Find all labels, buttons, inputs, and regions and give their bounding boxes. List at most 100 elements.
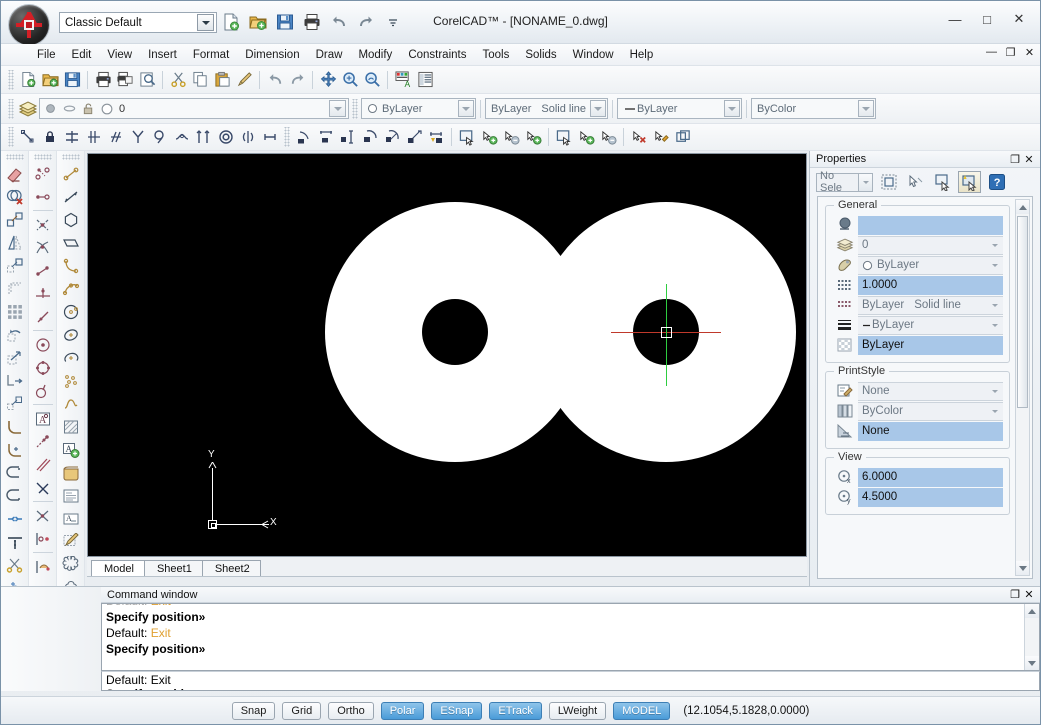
entity-color-selector[interactable]: ByLayer [361, 98, 476, 119]
coincident-constraint-icon[interactable] [17, 126, 39, 148]
status-button-model[interactable]: MODEL [613, 701, 671, 720]
align-icon[interactable] [3, 392, 27, 415]
collinear-constraint-icon[interactable] [171, 126, 193, 148]
layout-tab-sheet2[interactable]: Sheet2 [201, 560, 261, 576]
xref-bind-icon[interactable] [650, 126, 672, 148]
revision-cloud-icon[interactable] [59, 530, 83, 553]
multiline-icon[interactable] [31, 453, 55, 476]
redo-icon[interactable] [286, 69, 308, 91]
esnap-tangent-icon[interactable] [31, 379, 55, 402]
command-undock-button[interactable]: ❐ [1008, 588, 1022, 601]
status-button-lweight[interactable]: LWeight [548, 701, 607, 720]
offset-icon[interactable] [3, 254, 27, 277]
toolbar-grip[interactable] [8, 127, 14, 147]
trim-icon[interactable] [3, 461, 27, 484]
undo-icon[interactable] [264, 69, 286, 91]
symmetric-constraint-icon[interactable] [61, 126, 83, 148]
property-value[interactable]: None [858, 421, 1003, 441]
layer-selector[interactable]: 0 [39, 98, 349, 119]
polygon-icon[interactable] [59, 208, 83, 231]
simple-note-icon[interactable]: A [59, 507, 83, 530]
menu-dimension[interactable]: Dimension [237, 47, 307, 63]
esnap-quadrant-icon[interactable] [31, 356, 55, 379]
new-drawing-icon[interactable] [17, 69, 39, 91]
xref-attach-icon[interactable] [553, 126, 575, 148]
select-entity-icon[interactable] [904, 171, 927, 193]
text-add-icon[interactable]: A [59, 438, 83, 461]
explode-icon[interactable] [3, 553, 27, 576]
menu-solids[interactable]: Solids [517, 47, 564, 63]
scroll-up-arrow[interactable] [1016, 200, 1029, 214]
esnap-intersection-icon[interactable] [31, 213, 55, 236]
mdi-minimize-button[interactable]: — [985, 46, 998, 59]
status-button-etrack[interactable]: ETrack [489, 701, 542, 720]
dim-radial-icon[interactable] [359, 126, 381, 148]
circle-icon[interactable] [59, 300, 83, 323]
toolbar-grip[interactable] [33, 154, 52, 160]
equal-constraint-icon[interactable] [193, 126, 215, 148]
chamfer-icon[interactable] [3, 438, 27, 461]
menu-constraints[interactable]: Constraints [400, 47, 474, 63]
pan-icon[interactable] [317, 69, 339, 91]
lineweight-dropdown-arrow[interactable] [724, 100, 740, 117]
block-save-icon[interactable] [522, 126, 544, 148]
property-value[interactable]: ByLayer [858, 335, 1003, 355]
fix-constraint-icon[interactable] [39, 126, 61, 148]
boundary-icon[interactable] [59, 553, 83, 576]
close-button[interactable]: ✕ [1004, 8, 1034, 30]
selection-selector[interactable]: No Sele [816, 170, 873, 194]
properties-close-button[interactable]: ✕ [1022, 153, 1036, 166]
dropdown-arrow[interactable] [987, 383, 1003, 400]
save-icon[interactable] [273, 10, 297, 34]
xref-clip-icon[interactable] [597, 126, 619, 148]
dropdown-arrow[interactable] [987, 257, 1003, 274]
menu-window[interactable]: Window [565, 47, 622, 63]
property-value[interactable]: 0 [858, 235, 1003, 255]
xref-insert-icon[interactable] [575, 126, 597, 148]
snap-settings-icon[interactable] [31, 527, 55, 550]
join-icon[interactable] [3, 507, 27, 530]
select-filter-icon[interactable] [931, 171, 954, 193]
layout-tab-sheet1[interactable]: Sheet1 [143, 560, 203, 576]
note-icon[interactable] [59, 484, 83, 507]
esnap-center-icon[interactable] [31, 333, 55, 356]
undo-icon[interactable] [327, 10, 351, 34]
point-icon[interactable] [59, 369, 83, 392]
menu-insert[interactable]: Insert [140, 47, 185, 63]
spline-icon[interactable] [59, 392, 83, 415]
menu-modify[interactable]: Modify [350, 47, 400, 63]
arc-icon[interactable] [59, 254, 83, 277]
workspace-dropdown-arrow[interactable] [197, 14, 214, 31]
dropdown-arrow[interactable] [987, 317, 1003, 334]
toolbar-grip[interactable] [61, 154, 80, 160]
from-reference-icon[interactable] [31, 504, 55, 527]
menu-edit[interactable]: Edit [64, 47, 100, 63]
layout-tab-model[interactable]: Model [91, 560, 145, 576]
layers-icon[interactable] [17, 98, 39, 120]
zoom-previous-icon[interactable] [361, 69, 383, 91]
drawing-canvas[interactable]: Y X [87, 153, 807, 557]
menu-draw[interactable]: Draw [308, 47, 351, 63]
zoom-window-icon[interactable] [339, 69, 361, 91]
print-setup-icon[interactable] [136, 69, 158, 91]
scrollbar-thumb[interactable] [1017, 216, 1028, 408]
esnap-apparent-intersection-icon[interactable] [31, 236, 55, 259]
point-style-icon[interactable] [31, 430, 55, 453]
parallel-constraint-icon[interactable] [105, 126, 127, 148]
property-value[interactable]: 6.0000 [858, 467, 1003, 487]
property-value[interactable]: None [858, 381, 1003, 401]
property-value[interactable] [858, 215, 1003, 235]
command-input[interactable]: Default: Exit Specify position» [101, 671, 1040, 691]
properties-scrollbar[interactable] [1015, 199, 1030, 576]
layers-manager-icon[interactable]: A [392, 69, 414, 91]
copy-entity-icon[interactable] [3, 208, 27, 231]
copy-icon[interactable] [189, 69, 211, 91]
ellipse-icon[interactable] [59, 323, 83, 346]
properties-undock-button[interactable]: ❐ [1008, 153, 1022, 166]
scroll-down-arrow[interactable] [1016, 561, 1029, 575]
concentric-constraint-icon[interactable] [215, 126, 237, 148]
menu-tools[interactable]: Tools [474, 47, 517, 63]
linestyle-dropdown-arrow[interactable] [590, 100, 606, 117]
dim-vertical-icon[interactable] [337, 126, 359, 148]
open-drawing-icon[interactable] [39, 69, 61, 91]
